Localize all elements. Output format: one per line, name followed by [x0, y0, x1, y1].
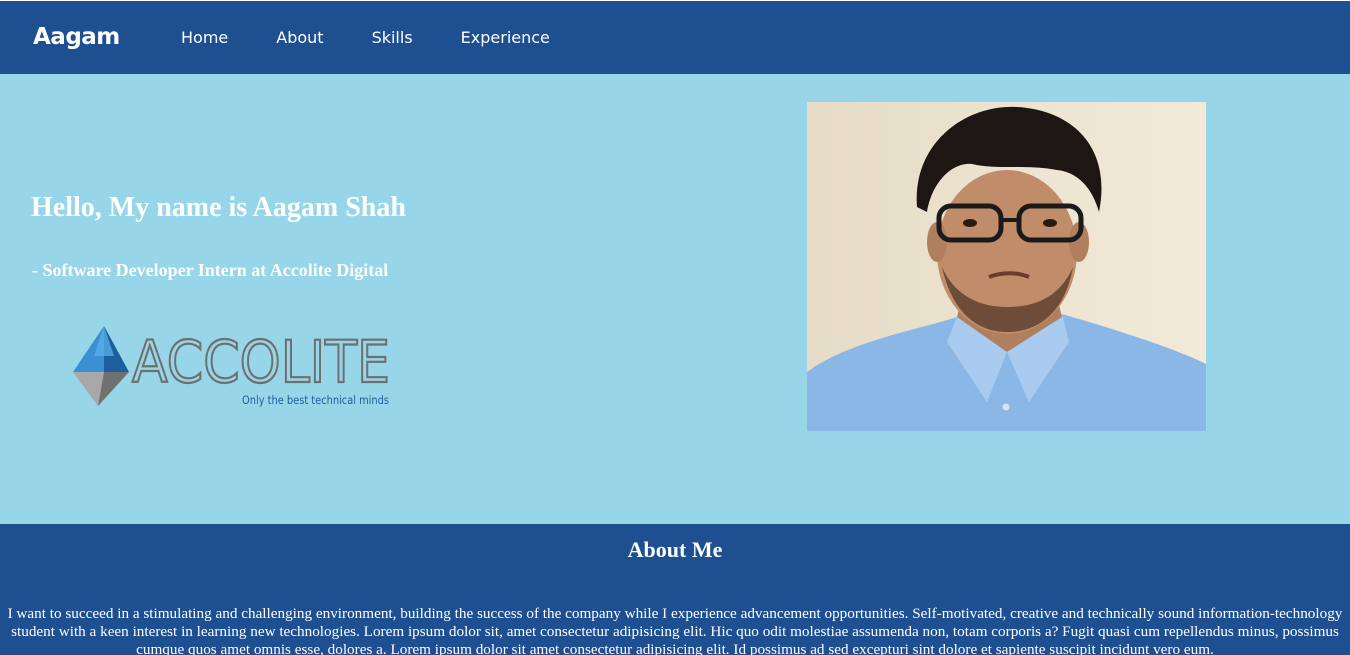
accolite-logo: ACCOLITE Only the best technical minds — [73, 326, 391, 407]
svg-text:Only the best technical minds: Only the best technical minds — [242, 393, 389, 407]
person-portrait-icon — [807, 102, 1206, 431]
profile-photo — [807, 102, 1206, 431]
navbar: Aagam Home About Skills Experience — [0, 1, 1350, 74]
nav-link-about[interactable]: About — [276, 28, 323, 47]
about-text: I want to succeed in a stimulating and c… — [7, 605, 1343, 655]
nav-link-experience[interactable]: Experience — [461, 28, 550, 47]
page: Aagam Home About Skills Experience Hello… — [0, 0, 1350, 655]
svg-text:ACCOLITE: ACCOLITE — [132, 328, 390, 396]
nav-link-skills[interactable]: Skills — [372, 28, 413, 47]
about-title: About Me — [627, 537, 723, 562]
about-section: About Me I want to succeed in a stimulat… — [0, 524, 1350, 655]
nav-links: Home About Skills Experience — [181, 28, 598, 47]
brand-logo[interactable]: Aagam — [33, 24, 120, 50]
hero-title: Hello, My name is Aagam Shah — [31, 192, 406, 223]
hero-section: Hello, My name is Aagam Shah - Software … — [0, 74, 1350, 524]
nav-link-home[interactable]: Home — [181, 28, 228, 47]
hero-subtitle: - Software Developer Intern at Accolite … — [32, 260, 389, 280]
